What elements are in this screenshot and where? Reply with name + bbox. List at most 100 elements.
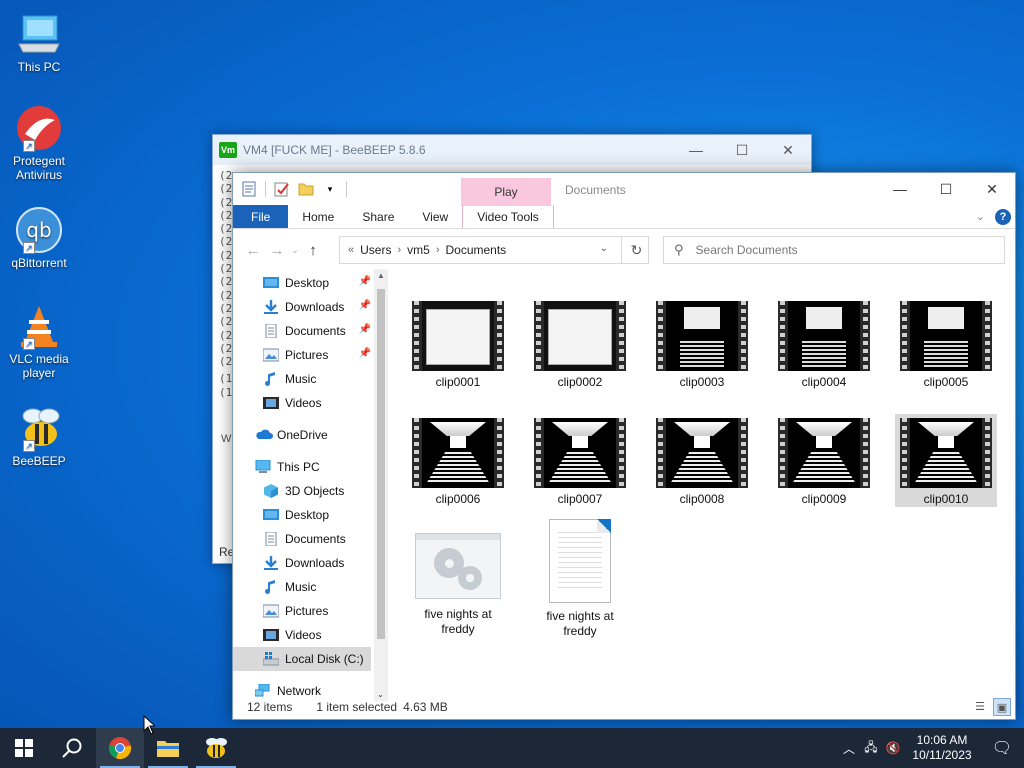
clock[interactable]: 10:06 AM 10/11/2023 xyxy=(904,733,980,763)
minimize-button[interactable]: — xyxy=(877,173,923,205)
downloads-icon xyxy=(263,300,279,314)
nav-item-documents[interactable]: Documents xyxy=(233,527,373,551)
address-bar[interactable]: « Users › vm5 › Documents ⌄ xyxy=(339,236,649,264)
desktop-icon-protegent[interactable]: ↗ Protegent Antivirus xyxy=(4,104,74,182)
tab-file[interactable]: File xyxy=(233,205,289,228)
file-item[interactable]: clip0003 xyxy=(651,297,753,390)
file-item[interactable]: clip0004 xyxy=(773,297,875,390)
network-icon[interactable]: 🖧 xyxy=(860,738,882,759)
nav-item-label: Desktop xyxy=(285,508,330,522)
search-input[interactable]: ⚲ Search Documents xyxy=(663,236,1005,264)
pictures-icon xyxy=(262,604,280,618)
expand-ribbon-chevron-icon[interactable]: ⌄ xyxy=(976,210,985,223)
file-item[interactable]: clip0006 xyxy=(407,414,509,507)
tab-video-tools[interactable]: Video Tools xyxy=(462,205,554,228)
beebeep-title: VM4 [FUCK ME] - BeeBEEP 5.8.6 xyxy=(243,143,426,157)
explorer-title-bar[interactable]: ▾ Play Documents — ☐ ✕ xyxy=(233,173,1015,206)
breadcrumb-documents[interactable]: Documents xyxy=(445,243,506,257)
nav-item-this-pc[interactable]: This PC xyxy=(233,455,373,479)
nav-item-3d-objects[interactable]: 3D Objects xyxy=(233,479,373,503)
nav-item-desktop[interactable]: Desktop xyxy=(233,503,373,527)
desktop-icon-this-pc[interactable]: This PC xyxy=(4,10,74,74)
search-icon: ⚲ xyxy=(674,242,684,257)
taskbar-chrome[interactable] xyxy=(96,728,144,768)
recent-locations-chevron-icon[interactable]: ⌄ xyxy=(289,245,301,256)
file-item[interactable]: clip0002 xyxy=(529,297,631,390)
help-icon[interactable]: ? xyxy=(995,208,1011,225)
nav-item-downloads[interactable]: Downloads 📌 xyxy=(233,295,373,319)
nav-item-videos[interactable]: Videos xyxy=(233,623,373,647)
file-item[interactable]: clip0010 xyxy=(895,414,997,507)
nav-item-documents[interactable]: Documents 📌 xyxy=(233,319,373,343)
desktop-icon-label: VLC media player xyxy=(9,352,69,380)
pin-icon: 📌 xyxy=(358,276,371,287)
navigation-pane: Desktop 📌 Downloads 📌 Documents 📌 Pictures 📌 Mus… xyxy=(233,269,387,701)
chat-log-line: (2 xyxy=(219,301,233,315)
back-arrow-icon[interactable]: ← xyxy=(241,242,265,259)
nav-item-desktop[interactable]: Desktop 📌 xyxy=(233,271,373,295)
taskbar-beebeep[interactable] xyxy=(192,728,240,768)
tab-home[interactable]: Home xyxy=(288,205,348,228)
video-thumbnail-icon xyxy=(656,301,748,371)
desktop-icon-qbittorrent[interactable]: qb ↗ qBittorrent xyxy=(4,206,74,270)
close-button[interactable]: ✕ xyxy=(969,173,1015,205)
chat-log-line: (1 xyxy=(219,372,233,386)
details-view-icon[interactable]: ☰ xyxy=(971,698,989,716)
nav-item-videos[interactable]: Videos xyxy=(233,391,373,415)
video-thumbnail-icon xyxy=(900,418,992,488)
address-dropdown-icon[interactable]: ⌄ xyxy=(600,243,608,254)
notifications-icon[interactable]: 🗨 xyxy=(980,738,1024,758)
file-item[interactable]: five nights at freddy xyxy=(529,517,631,639)
start-button[interactable] xyxy=(0,728,48,768)
refresh-icon[interactable]: ↻ xyxy=(621,236,651,264)
music-icon xyxy=(263,372,279,386)
file-item[interactable]: five nights at freddy xyxy=(407,517,509,637)
tab-share[interactable]: Share xyxy=(348,205,408,228)
nav-item-label: Music xyxy=(285,372,317,386)
nav-item-pictures[interactable]: Pictures xyxy=(233,599,373,623)
nav-item-pictures[interactable]: Pictures 📌 xyxy=(233,343,373,367)
file-explorer-window[interactable]: ▾ Play Documents — ☐ ✕ File Home Share V… xyxy=(232,172,1016,720)
checkmark-icon[interactable] xyxy=(274,181,290,197)
maximize-button[interactable]: ☐ xyxy=(719,142,765,159)
nav-item-downloads[interactable]: Downloads xyxy=(233,551,373,575)
nav-item-onedrive[interactable]: OneDrive xyxy=(233,423,373,447)
file-item[interactable]: clip0008 xyxy=(651,414,753,507)
file-item[interactable]: clip0007 xyxy=(529,414,631,507)
scroll-up-arrow-icon[interactable]: ▲ xyxy=(377,271,385,280)
maximize-button[interactable]: ☐ xyxy=(923,173,969,205)
nav-item-local-disk-c[interactable]: Local Disk (C:) xyxy=(233,647,371,671)
beebeep-title-bar[interactable]: Vm VM4 [FUCK ME] - BeeBEEP 5.8.6 — ☐ ✕ xyxy=(213,135,811,165)
file-item[interactable]: clip0009 xyxy=(773,414,875,507)
nav-item-music[interactable]: Music xyxy=(233,367,373,391)
close-button[interactable]: ✕ xyxy=(765,142,811,159)
new-folder-icon[interactable] xyxy=(298,181,314,197)
navigation-scrollbar[interactable]: ▲ ⌄ xyxy=(374,269,388,701)
vlc-cone-icon: ↗ xyxy=(15,302,63,350)
chrome-icon xyxy=(109,737,132,760)
show-hidden-icons-chevron-icon[interactable]: ︿ xyxy=(838,740,860,757)
breadcrumb-vm5[interactable]: vm5 xyxy=(407,243,430,257)
nav-item-music[interactable]: Music xyxy=(233,575,373,599)
breadcrumb-users[interactable]: Users xyxy=(360,243,391,257)
protegent-antivirus-icon: ↗ xyxy=(15,104,63,152)
scrollbar-thumb[interactable] xyxy=(377,289,385,639)
up-arrow-icon[interactable]: ↑ xyxy=(301,242,325,259)
forward-arrow-icon[interactable]: → xyxy=(265,242,289,259)
customize-toolbar-chevron-icon[interactable]: ▾ xyxy=(322,181,338,197)
volume-muted-icon[interactable]: 🔇 xyxy=(882,741,904,755)
minimize-button[interactable]: — xyxy=(673,142,719,159)
tab-view[interactable]: View xyxy=(408,205,462,228)
breadcrumb-overflow-icon[interactable]: « xyxy=(348,244,354,256)
properties-icon[interactable] xyxy=(241,181,257,197)
nav-item-label: OneDrive xyxy=(277,428,328,442)
chat-log-line: (2 xyxy=(219,235,233,249)
large-icons-view-icon[interactable]: ▣ xyxy=(993,698,1011,716)
file-item[interactable]: clip0001 xyxy=(407,297,509,390)
desktop-icon-vlc[interactable]: ↗ VLC media player xyxy=(4,302,74,380)
nav-item-label: 3D Objects xyxy=(285,484,345,498)
play-context-tab[interactable]: Play xyxy=(461,178,551,206)
file-item[interactable]: clip0005 xyxy=(895,297,997,390)
search-button[interactable] xyxy=(48,728,96,768)
desktop-icon-beebeep[interactable]: ↗ BeeBEEP xyxy=(4,404,74,468)
